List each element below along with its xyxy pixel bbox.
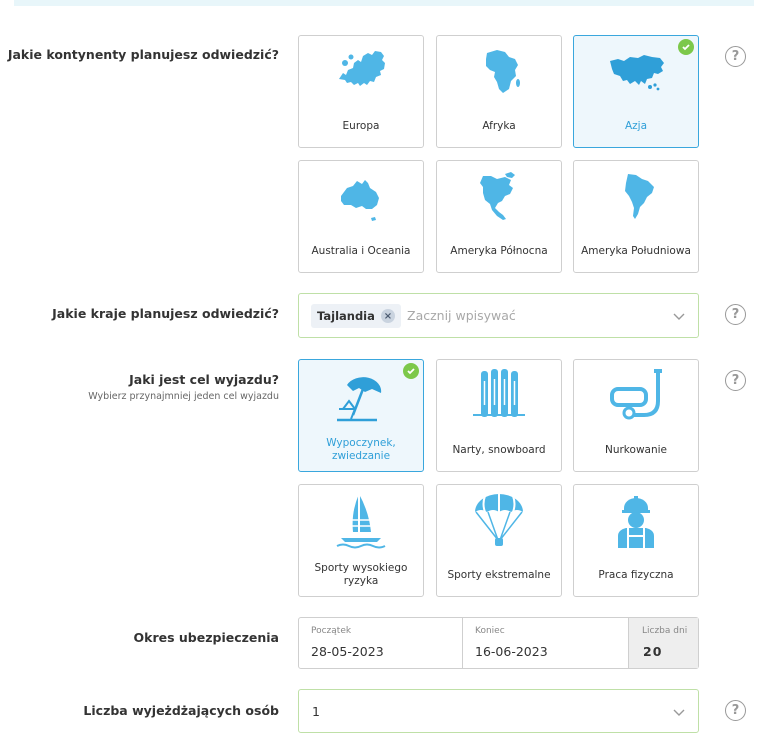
skis-icon <box>437 360 561 430</box>
date-range: Początek 28-05-2023 Koniec 16-06-2023 Li… <box>298 617 699 669</box>
chevron-down-icon[interactable] <box>672 309 686 323</box>
continent-card-africa[interactable]: Afryka <box>436 35 562 148</box>
purpose-label-text: Praca fizyczna <box>598 568 674 581</box>
continent-label: Ameryka Południowa <box>581 244 691 257</box>
purpose-label-text: Narty, snowboard <box>452 443 546 456</box>
continent-card-north-america[interactable]: Ameryka Północna <box>436 160 562 273</box>
help-icon[interactable]: ? <box>725 46 746 67</box>
windsurf-icon <box>299 485 423 555</box>
purpose-label: Jaki jest cel wyjazdu? <box>129 372 279 387</box>
continent-card-south-america[interactable]: Ameryka Południowa <box>573 160 699 273</box>
top-strip <box>14 0 754 6</box>
chevron-down-icon[interactable] <box>672 705 686 719</box>
purpose-label-text: Sporty wysokiego ryzyka <box>314 562 408 587</box>
continent-label: Afryka <box>482 119 516 132</box>
purpose-label-text: Wypoczynek, zwiedzanie <box>326 437 396 462</box>
days-count-value: 20 <box>643 644 663 659</box>
purpose-sublabel: Wybierz przynajmniej jeden cel wyjazdu <box>88 391 279 402</box>
travelers-select[interactable]: 1 <box>298 689 699 733</box>
continent-label: Europa <box>342 119 380 132</box>
end-date-value: 16-06-2023 <box>475 644 548 659</box>
europe-map-icon <box>299 36 423 106</box>
continent-card-australia[interactable]: Australia i Oceania <box>298 160 424 273</box>
selected-check-icon <box>678 39 694 55</box>
help-icon[interactable]: ? <box>725 304 746 325</box>
days-count-field: Liczba dni 20 <box>629 618 698 668</box>
purpose-card-physical-work[interactable]: Praca fizyczna <box>573 484 699 597</box>
help-icon[interactable]: ? <box>725 370 746 391</box>
country-chip: Tajlandia × <box>311 304 401 328</box>
countries-placeholder: Zacznij wpisywać <box>407 308 516 323</box>
start-date-field[interactable]: Początek 28-05-2023 <box>299 618 463 668</box>
start-date-value: 28-05-2023 <box>311 644 384 659</box>
end-date-field[interactable]: Koniec 16-06-2023 <box>463 618 629 668</box>
countries-input[interactable]: Tajlandia × Zacznij wpisywać <box>298 293 699 338</box>
days-count-caption: Liczba dni <box>642 626 688 636</box>
travelers-label: Liczba wyjeżdżających osób <box>83 703 279 718</box>
purpose-card-high-risk[interactable]: Sporty wysokiego ryzyka <box>298 484 424 597</box>
continent-label: Azja <box>624 119 648 132</box>
continent-card-europe[interactable]: Europa <box>298 35 424 148</box>
parachute-icon <box>437 485 561 555</box>
purpose-label-text: Nurkowanie <box>604 443 667 456</box>
start-date-caption: Początek <box>311 626 352 636</box>
chip-remove-icon[interactable]: × <box>380 309 395 323</box>
australia-map-icon <box>299 161 423 231</box>
country-chip-label: Tajlandia <box>317 309 375 323</box>
continent-card-asia[interactable]: Azja <box>573 35 699 148</box>
north-america-map-icon <box>437 161 561 231</box>
continent-label: Australia i Oceania <box>311 244 411 257</box>
purpose-card-extreme[interactable]: Sporty ekstremalne <box>436 484 562 597</box>
worker-icon <box>574 485 698 555</box>
selected-check-icon <box>403 363 419 379</box>
purpose-card-leisure[interactable]: Wypoczynek, zwiedzanie <box>298 359 424 472</box>
purpose-card-diving[interactable]: Nurkowanie <box>573 359 699 472</box>
south-america-map-icon <box>574 161 698 231</box>
africa-map-icon <box>437 36 561 106</box>
continents-label: Jakie kontynenty planujesz odwiedzić? <box>7 47 279 62</box>
end-date-caption: Koniec <box>475 626 505 636</box>
continent-label: Ameryka Północna <box>450 244 548 257</box>
purpose-label-text: Sporty ekstremalne <box>447 568 551 581</box>
travelers-value: 1 <box>312 704 320 719</box>
snorkel-mask-icon <box>574 360 698 430</box>
help-icon[interactable]: ? <box>725 700 746 721</box>
purpose-card-ski[interactable]: Narty, snowboard <box>436 359 562 472</box>
countries-label: Jakie kraje planujesz odwiedzić? <box>52 306 279 321</box>
period-label: Okres ubezpieczenia <box>133 630 279 645</box>
